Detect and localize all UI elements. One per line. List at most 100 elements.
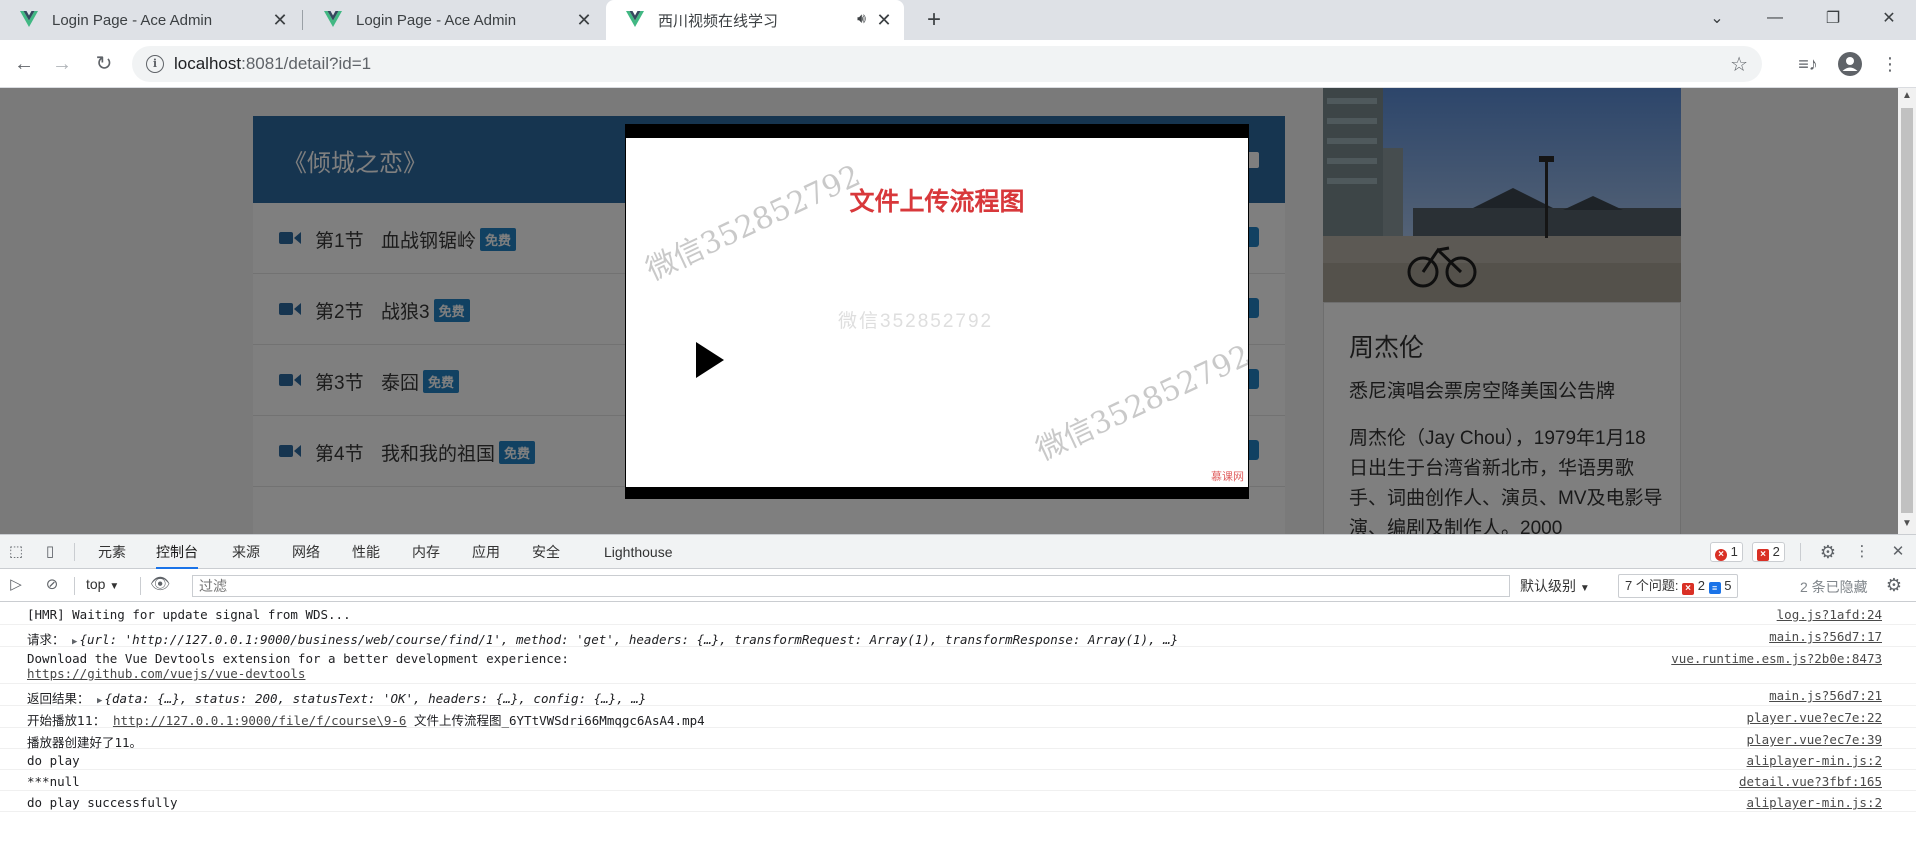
log-object-text: {url: 'http://127.0.0.1:9000/business/we… [79, 632, 1179, 647]
expand-triangle-icon[interactable]: ▶ [97, 696, 102, 706]
browser-tabstrip: Login Page - Ace Admin ✕ Login Page - Ac… [0, 0, 1916, 40]
settings-gear-icon[interactable]: ⚙ [1818, 543, 1838, 561]
browser-tab-active[interactable]: 西川视频在线学习 🔊︎ ✕ [606, 0, 904, 40]
close-tab-icon[interactable]: ✕ [574, 10, 594, 30]
devtools-tab-elements[interactable]: 元素 [98, 535, 126, 569]
back-button[interactable]: ← [10, 50, 38, 78]
issues-error-count: 2 [1697, 578, 1705, 593]
watermark-text: 微信352852792 [1030, 338, 1248, 469]
log-link[interactable]: http://127.0.0.1:9000/file/f/course\9-6 [113, 713, 407, 728]
error-counter[interactable]: × 1 [1710, 542, 1743, 562]
tab-title: Login Page - Ace Admin [52, 11, 213, 29]
log-source-link[interactable]: detail.vue?3fbf:165 [1739, 774, 1882, 789]
inspect-element-icon[interactable]: ⬚ [6, 543, 26, 561]
forward-button[interactable]: → [48, 50, 76, 78]
context-select[interactable]: top ▼ [86, 576, 119, 592]
video-player[interactable]: 微信352852792 文件上传流程图 微信352852792 微信352852… [625, 124, 1249, 499]
divider [74, 577, 75, 595]
url-text[interactable]: localhost:8081/detail?id=1 [174, 54, 371, 74]
log-source-link[interactable]: aliplayer-min.js:2 [1747, 795, 1882, 810]
log-link[interactable]: https://github.com/vuejs/vue-devtools [27, 666, 305, 681]
log-text: [HMR] Waiting for update signal from WDS… [27, 607, 351, 622]
reload-button[interactable]: ↻ [90, 50, 118, 78]
divider [140, 577, 141, 595]
devtools-tab-performance[interactable]: 性能 [352, 535, 380, 569]
devtools-tab-lighthouse[interactable]: Lighthouse [604, 535, 673, 569]
devtools-tab-console[interactable]: 控制台 [156, 535, 198, 569]
site-info-icon[interactable]: i [146, 55, 164, 73]
clear-console-icon[interactable]: ⊘ [42, 576, 62, 594]
expand-triangle-icon[interactable]: ▶ [72, 637, 77, 647]
log-source-link[interactable]: vue.runtime.esm.js?2b0e:8473 [1671, 651, 1882, 666]
maximize-button[interactable]: ❐ [1804, 0, 1862, 36]
log-prefix: 请求： [27, 632, 65, 647]
minimize-button[interactable]: — [1746, 0, 1804, 36]
log-object[interactable]: ▶ {data: {…}, status: 200, statusText: 'O… [97, 691, 646, 706]
console-message: [HMR] Waiting for update signal from WDS… [0, 603, 1916, 625]
vue-logo-icon [626, 11, 644, 27]
devtools-tab-memory[interactable]: 内存 [412, 535, 440, 569]
log-level-value: 默认级别 [1520, 578, 1576, 594]
watermark-text: 微信352852792 [838, 311, 994, 332]
browser-tab-2[interactable]: Login Page - Ace Admin ✕ [304, 0, 604, 40]
close-tab-icon[interactable]: ✕ [874, 10, 894, 30]
log-text: Download the Vue Devtools extension for … [27, 651, 569, 666]
new-tab-button[interactable]: + [920, 6, 948, 34]
log-object-text: {data: {…}, status: 200, statusText: 'OK… [104, 691, 647, 706]
dropdown-arrow-icon: ▼ [109, 581, 120, 592]
tab-separator [302, 10, 303, 30]
scroll-down-icon[interactable]: ▼ [1898, 518, 1916, 534]
bookmark-star-icon[interactable]: ☆ [1730, 52, 1748, 77]
issue-error-icon: × [1682, 583, 1695, 595]
speaker-icon[interactable]: 🔊︎ [857, 10, 866, 27]
log-object[interactable]: ▶ {url: 'http://127.0.0.1:9000/business/w… [72, 632, 1178, 647]
sidebar-toggle-icon[interactable]: ▷ [6, 576, 26, 594]
profile-avatar-icon[interactable] [1836, 50, 1864, 78]
devtools-tab-network[interactable]: 网络 [292, 535, 320, 569]
log-source-link[interactable]: log.js?1afd:24 [1777, 607, 1882, 622]
tab-title: Login Page - Ace Admin [356, 11, 517, 29]
console-settings-gear-icon[interactable]: ⚙ [1884, 576, 1904, 594]
more-options-icon[interactable]: ⋮ [1852, 543, 1872, 561]
play-icon[interactable] [696, 342, 724, 378]
devtools-tab-security[interactable]: 安全 [532, 535, 560, 569]
browser-menu-icon[interactable]: ⋮ [1876, 50, 1904, 78]
context-value: top [86, 576, 106, 592]
close-devtools-icon[interactable]: ✕ [1888, 543, 1908, 561]
log-source-link[interactable]: player.vue?ec7e:39 [1747, 732, 1882, 747]
scroll-up-icon[interactable]: ▲ [1898, 90, 1916, 106]
issues-label: 7 个问题: [1625, 578, 1679, 593]
log-suffix: 文件上传流程图_6YTtVWSdri66Mmqgc6AsA4.mp4 [406, 713, 705, 728]
media-control-icon[interactable]: ≡♪ [1794, 50, 1822, 78]
scrollbar-thumb[interactable] [1901, 108, 1913, 513]
log-level-select[interactable]: 默认级别 ▼ [1520, 576, 1590, 596]
console-filter-input[interactable] [192, 575, 1510, 597]
log-prefix: 返回结果： [27, 691, 90, 706]
issue-counter[interactable]: × 2 [1752, 542, 1785, 562]
issues-button[interactable]: 7 个问题: × 2 ≡ 5 [1618, 574, 1739, 598]
log-source-link[interactable]: main.js?56d7:21 [1769, 688, 1882, 703]
device-toolbar-icon[interactable]: ▯ [40, 543, 60, 561]
close-tab-icon[interactable]: ✕ [270, 10, 290, 30]
slide-title: 文件上传流程图 [849, 187, 1025, 216]
tab-search-chevron-icon[interactable]: ⌄ [1688, 0, 1746, 36]
log-source-link[interactable]: aliplayer-min.js:2 [1747, 753, 1882, 768]
log-source-link[interactable]: main.js?56d7:17 [1769, 629, 1882, 644]
page-scrollbar[interactable]: ▲ ▼ [1898, 88, 1916, 534]
browser-tab-1[interactable]: Login Page - Ace Admin ✕ [0, 0, 300, 40]
console-message: 播放器创建好了11。 player.vue?ec7e:39 [0, 728, 1916, 750]
live-expression-eye-icon[interactable]: 👁︎ [150, 576, 170, 594]
devtools-tab-application[interactable]: 应用 [472, 535, 500, 569]
devtools-tabbar: ⬚ ▯ 元素 控制台 来源 网络 性能 内存 应用 安全 Lighthouse … [0, 535, 1916, 569]
console-message: 返回结果： ▶ {data: {…}, status: 200, statusTe… [0, 684, 1916, 706]
hidden-messages-count: 2 条已隐藏 [1800, 579, 1868, 595]
address-bar[interactable]: i localhost:8081/detail?id=1 ☆ [132, 46, 1762, 82]
log-text: do play successfully [27, 795, 178, 810]
issue-icon: × [1757, 549, 1769, 561]
log-source-link[interactable]: player.vue?ec7e:22 [1747, 710, 1882, 725]
devtools-tab-sources[interactable]: 来源 [232, 535, 260, 569]
close-window-button[interactable]: ✕ [1862, 0, 1916, 36]
log-text: ***null [27, 774, 80, 789]
url-path: :8081/detail?id=1 [241, 54, 372, 73]
console-message: 请求： ▶ {url: 'http://127.0.0.1:9000/busine… [0, 625, 1916, 647]
